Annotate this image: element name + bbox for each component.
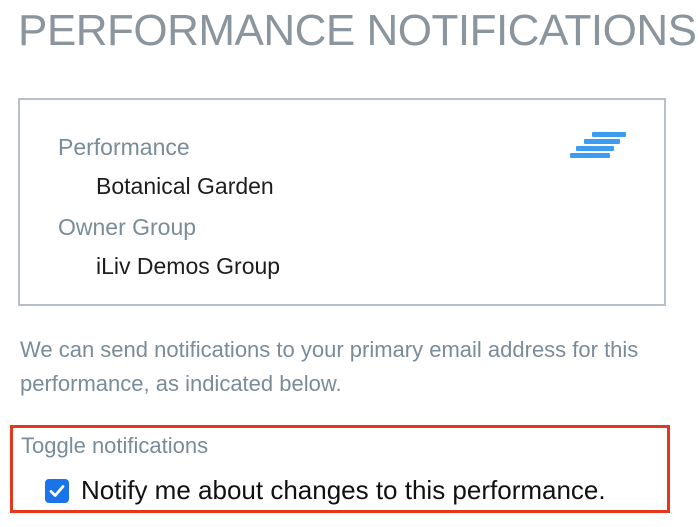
performance-label: Performance <box>58 134 190 160</box>
toggle-notifications-section: Toggle notifications Notify me about cha… <box>10 425 670 513</box>
notification-intro-text: We can send notifications to your primar… <box>20 337 639 396</box>
toggle-notifications-label: Toggle notifications <box>21 433 209 458</box>
stacked-bars-logo-icon <box>570 132 628 158</box>
owner-group-value: iLiv Demos Group <box>96 253 281 279</box>
performance-info-card: Performance Botanical Garden Owner Group… <box>18 98 666 306</box>
performance-value: Botanical Garden <box>96 173 274 199</box>
page-title: PERFORMANCE NOTIFICATIONS <box>18 6 697 55</box>
notify-changes-label[interactable]: Notify me about changes to this performa… <box>81 475 606 506</box>
owner-group-label: Owner Group <box>58 214 197 240</box>
checkmark-icon <box>49 484 65 497</box>
notify-changes-checkbox[interactable] <box>45 478 69 503</box>
notify-changes-option[interactable]: Notify me about changes to this performa… <box>45 475 606 506</box>
